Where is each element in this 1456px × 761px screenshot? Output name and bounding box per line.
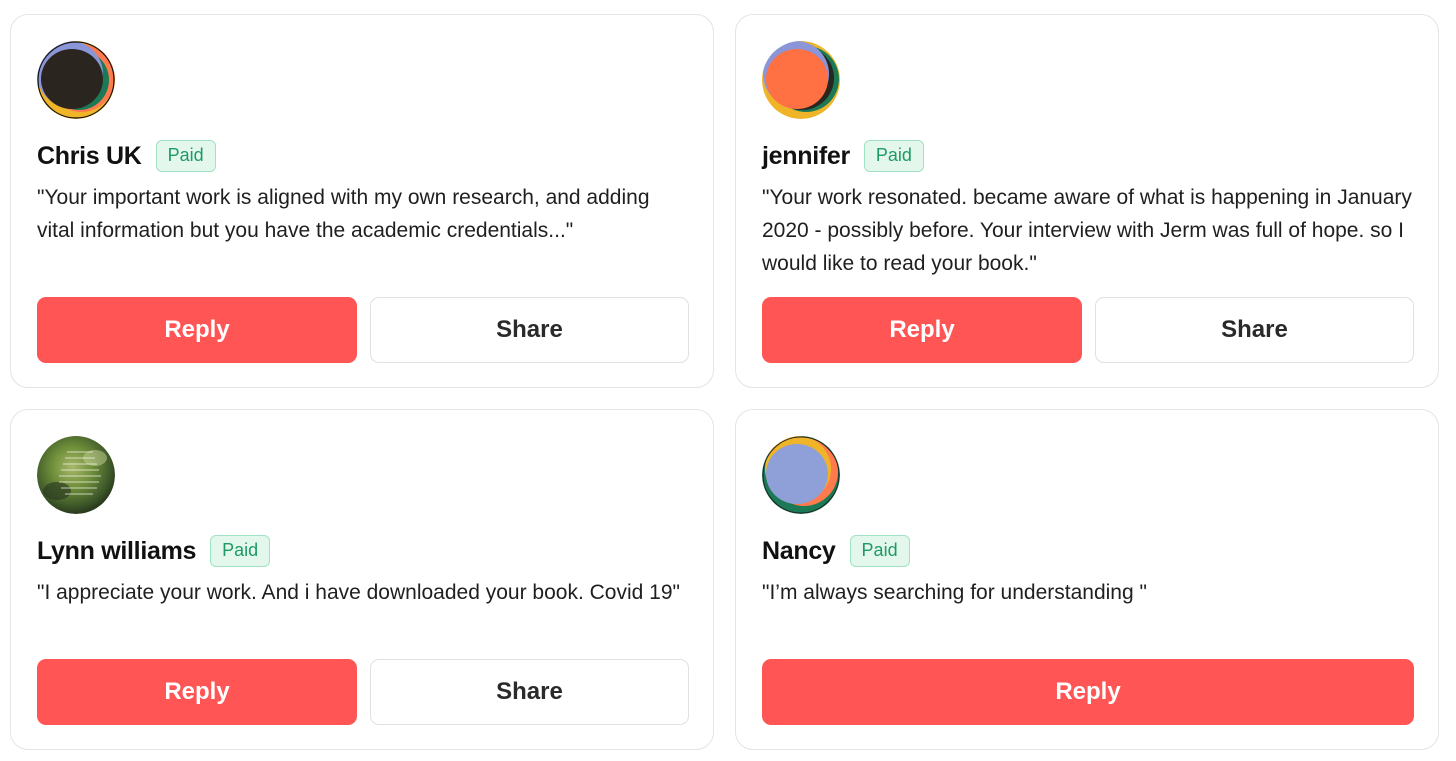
commenter-name: Chris UK xyxy=(37,141,142,170)
reply-button[interactable]: Reply xyxy=(37,297,357,363)
commenter-name: Nancy xyxy=(762,536,836,565)
reply-button[interactable]: Reply xyxy=(762,659,1414,725)
commenter-name: Lynn williams xyxy=(37,536,197,565)
avatar[interactable] xyxy=(762,41,840,119)
paid-badge: Paid xyxy=(210,535,271,567)
share-button[interactable]: Share xyxy=(1095,297,1414,363)
testimonial-card: Lynn williams Paid "I appreciate your wo… xyxy=(10,409,714,750)
reply-button[interactable]: Reply xyxy=(762,297,1082,363)
comment-quote: "Your important work is aligned with my … xyxy=(37,186,650,242)
testimonial-card: Chris UK Paid "Your important work is al… xyxy=(10,14,714,388)
paid-badge: Paid xyxy=(155,140,216,172)
commenter-name: jennifer xyxy=(762,141,850,170)
share-button[interactable]: Share xyxy=(370,659,689,725)
comment-quote: "I appreciate your work. And i have down… xyxy=(37,581,680,604)
testimonial-card: Nancy Paid "I’m always searching for und… xyxy=(735,409,1439,750)
avatar[interactable] xyxy=(37,436,115,514)
paid-badge: Paid xyxy=(849,535,910,567)
comment-quote: "I’m always searching for understanding … xyxy=(762,581,1147,604)
paid-badge: Paid xyxy=(863,140,924,172)
comment-quote: "Your work resonated. became aware of wh… xyxy=(762,186,1412,275)
testimonial-card: jennifer Paid "Your work resonated. beca… xyxy=(735,14,1439,388)
avatar[interactable] xyxy=(762,436,840,514)
reply-button[interactable]: Reply xyxy=(37,659,357,725)
share-button[interactable]: Share xyxy=(370,297,689,363)
avatar[interactable] xyxy=(37,41,115,119)
